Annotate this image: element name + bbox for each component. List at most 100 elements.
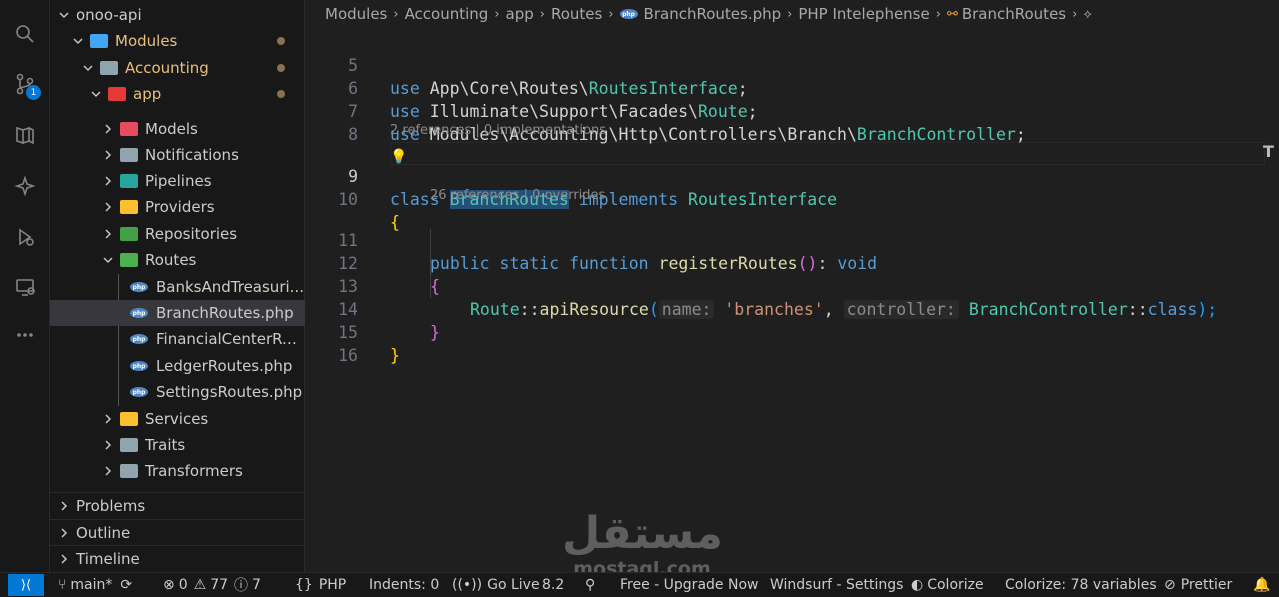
remote-explorer-icon[interactable] [13, 275, 37, 299]
folder-routes-icon [120, 253, 138, 267]
folder-icon [100, 61, 118, 75]
tree-file-branch-routes[interactable]: php BranchRoutes.php [50, 300, 305, 326]
problems-status[interactable]: ⊗ 0 ⚠ 77 ⓘ 7 [163, 573, 261, 597]
go-live-label: Go Live [487, 577, 540, 593]
info-count: 7 [252, 577, 261, 593]
php-version-status[interactable]: 8.2 [542, 573, 564, 597]
chevron-right-icon: › [608, 6, 614, 22]
book-icon[interactable] [13, 123, 37, 147]
tree-folder-models[interactable]: Models [50, 116, 305, 142]
chevron-right-icon [100, 411, 116, 427]
more-icon[interactable] [13, 323, 37, 347]
tree-folder-app[interactable]: app [50, 81, 305, 107]
tree-file-financial[interactable]: php FinancialCenterRo... [50, 326, 305, 352]
sparkle-icon[interactable] [13, 174, 37, 198]
chevron-right-icon [100, 147, 116, 163]
tree-folder-services[interactable]: Services [50, 406, 305, 432]
run-debug-icon[interactable] [13, 225, 37, 249]
codelens[interactable]: 26 references | 0 overrides [430, 188, 605, 203]
code-line: 16 [306, 321, 1279, 365]
branch-label: main* [70, 577, 113, 593]
tree-folder-transformers[interactable]: Transformers [50, 458, 305, 484]
tree-label: Repositories [145, 225, 238, 243]
branch-icon: ⑂ [58, 577, 67, 593]
tree-label: Services [145, 410, 209, 428]
folder-icon [120, 148, 138, 162]
tree-folder-pipelines[interactable]: Pipelines [50, 168, 305, 194]
tree-folder-routes[interactable]: Routes [50, 247, 305, 273]
breadcrumb-item[interactable]: PHP Intelephense [798, 5, 929, 23]
go-live-button[interactable]: ((•)) Go Live [452, 573, 540, 597]
class-symbol-icon: ⚯ [946, 6, 958, 22]
folder-providers-icon [120, 200, 138, 214]
colorize-button[interactable]: ◐ Colorize [911, 573, 984, 597]
tree-label: Providers [145, 198, 215, 216]
tree-folder-traits[interactable]: Traits [50, 432, 305, 458]
breadcrumb-item[interactable]: BranchRoutes [962, 5, 1066, 23]
panel-label: Problems [76, 496, 146, 515]
tree-root-onoo-api[interactable]: onoo-api [50, 2, 305, 28]
chevron-down-icon [56, 7, 72, 23]
breadcrumb-item[interactable]: Accounting [405, 5, 489, 23]
tree-folder-providers[interactable]: Providers [50, 194, 305, 220]
colorize-variables-status[interactable]: Colorize: 78 variables [1005, 573, 1157, 597]
search-icon[interactable] [13, 22, 37, 46]
php-file-icon: php [130, 282, 148, 292]
code-editor[interactable]: 5 use App\Core\Routes\RoutesInterface; 6… [306, 28, 1279, 572]
php-file-icon: php [619, 9, 638, 19]
panel-problems[interactable]: Problems [50, 492, 305, 518]
tree-file-settings[interactable]: php SettingsRoutes.php [50, 379, 305, 405]
tree-folder-modules[interactable]: Modules [50, 28, 305, 54]
breadcrumb-item[interactable]: Modules [325, 5, 387, 23]
tree-folder-repositories[interactable]: Repositories [50, 221, 305, 247]
source-control-badge: 1 [26, 85, 41, 100]
tree-label: Routes [145, 251, 197, 269]
error-icon: ⊗ [163, 577, 175, 593]
notifications-bell-icon[interactable]: 🔔 [1253, 573, 1270, 597]
chevron-right-icon: › [1072, 6, 1078, 22]
remote-indicator-button[interactable]: ⟩⟨ [8, 574, 44, 596]
windsurf-settings-button[interactable]: Windsurf - Settings [770, 573, 903, 597]
panel-timeline[interactable]: Timeline [50, 545, 305, 571]
tree-folder-notifications[interactable]: Notifications [50, 142, 305, 168]
php-file-icon: php [130, 361, 148, 371]
line-number: 16 [338, 346, 358, 365]
breadcrumb-item[interactable]: app [506, 5, 534, 23]
panel-outline[interactable]: Outline [50, 519, 305, 545]
chevron-right-icon [100, 437, 116, 453]
chevron-right-icon [56, 525, 72, 541]
chevron-down-icon [100, 252, 116, 268]
text-cursor-icon: T [1263, 142, 1274, 161]
prettier-status[interactable]: ⊘ Prettier [1164, 573, 1232, 597]
breadcrumb-item[interactable]: Routes [551, 5, 602, 23]
folder-app-icon [108, 87, 126, 101]
branch-status[interactable]: ⑂ main* ⟳ [58, 573, 132, 597]
code-line: 8 💡 [306, 100, 1279, 165]
php-file-icon: php [130, 308, 148, 318]
folder-icon [120, 438, 138, 452]
folder-models-icon [120, 122, 138, 136]
folder-repositories-icon [120, 227, 138, 241]
code-line: 10 { [306, 165, 1279, 232]
breadcrumb-item[interactable]: BranchRoutes.php [644, 5, 782, 23]
panel-label: Timeline [76, 549, 140, 568]
codelens[interactable]: 2 references | 0 implementations [390, 123, 606, 138]
windsurf-upgrade-button[interactable]: Free - Upgrade Now [620, 573, 758, 597]
warning-icon: ⚠ [193, 577, 207, 593]
sync-icon[interactable]: ⟳ [120, 577, 132, 593]
windsurf-icon[interactable]: ⚲ [585, 573, 595, 597]
tree-folder-accounting[interactable]: Accounting [50, 55, 305, 81]
tree-label: FinancialCenterRo... [156, 330, 305, 348]
error-count: 0 [178, 577, 188, 593]
indents-status[interactable]: Indents: 0 [369, 573, 439, 597]
chevron-right-icon [100, 199, 116, 215]
code-line: 9 class BranchRoutes implements RoutesIn… [306, 142, 1279, 209]
tree-file-ledger[interactable]: php LedgerRoutes.php [50, 353, 305, 379]
tree-label: Pipelines [145, 172, 212, 190]
chevron-right-icon [100, 226, 116, 242]
language-status[interactable]: {} PHP [295, 573, 346, 597]
tree-file-banks[interactable]: php BanksAndTreasuri... [50, 274, 305, 300]
palette-icon: ◐ [911, 577, 924, 593]
chevron-right-icon [100, 173, 116, 189]
watermark-arabic: مستقل [562, 508, 723, 559]
